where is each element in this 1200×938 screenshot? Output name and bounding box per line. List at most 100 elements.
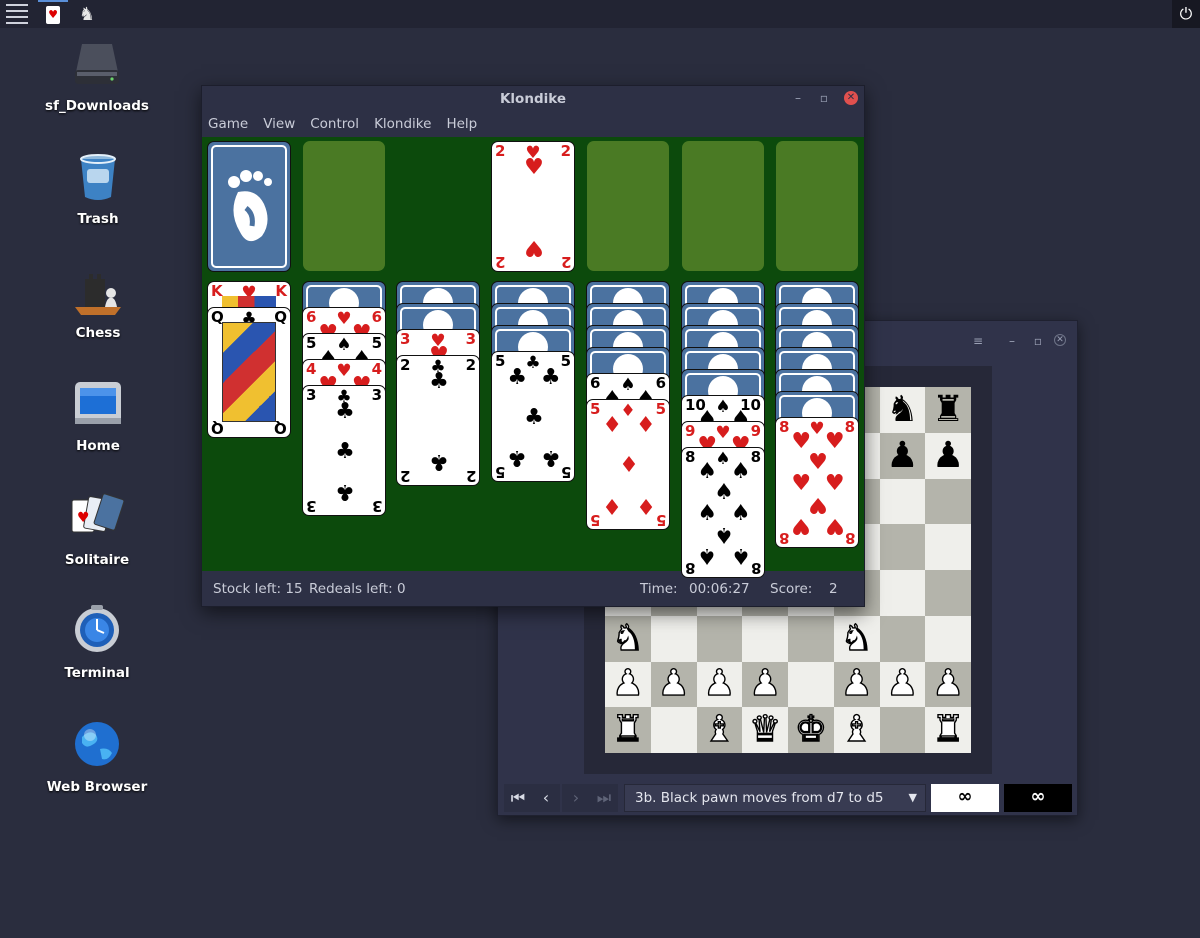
chevron-left-icon: ‹ xyxy=(542,788,550,807)
square-d3[interactable] xyxy=(742,615,788,662)
square-e3[interactable] xyxy=(788,615,834,662)
white-piece[interactable]: ♟ xyxy=(611,665,645,702)
square-c2[interactable]: ♟ xyxy=(696,661,743,708)
square-g3[interactable] xyxy=(879,615,926,662)
square-f1[interactable]: ♝ xyxy=(833,707,880,753)
square-h5[interactable] xyxy=(925,524,971,570)
square-c1[interactable]: ♝ xyxy=(696,707,743,753)
square-g4[interactable] xyxy=(879,570,926,616)
white-piece[interactable]: ♜ xyxy=(931,711,965,748)
foundation-slot[interactable] xyxy=(587,141,669,271)
square-h2[interactable]: ♟ xyxy=(925,661,971,708)
square-g7[interactable]: ♟ xyxy=(879,432,926,479)
taskbar-klondike-button[interactable]: ♥ xyxy=(38,0,68,28)
white-piece[interactable]: ♟ xyxy=(840,665,874,702)
menu-control[interactable]: Control xyxy=(310,113,359,137)
white-piece[interactable]: ♜ xyxy=(611,711,645,748)
square-g5[interactable] xyxy=(879,524,926,570)
next-move-button[interactable]: › xyxy=(562,784,590,812)
square-g8[interactable]: ♞ xyxy=(879,387,926,433)
square-e1[interactable]: ♚ xyxy=(788,707,834,753)
menu-klondike[interactable]: Klondike xyxy=(374,113,431,137)
square-f3[interactable]: ♞ xyxy=(833,615,880,662)
skip-forward-icon: ⏭ xyxy=(596,788,612,807)
desktop-icon-sf-downloads[interactable]: sf_Downloads xyxy=(37,38,157,114)
menu-game[interactable]: Game xyxy=(208,113,248,137)
playing-card[interactable]: 5 5 ♦ 5 5 ♦ ♦ ♦ ♦ ♦ xyxy=(586,399,670,530)
square-g6[interactable] xyxy=(879,478,926,525)
playing-card[interactable]: 8 8 ♠ 8 8 ♠ ♠ ♠ ♠ ♠ ♠ ♠ ♠ xyxy=(681,447,765,578)
white-piece[interactable]: ♚ xyxy=(794,711,828,748)
square-h3[interactable] xyxy=(925,615,971,662)
taskbar-chess-button[interactable]: ♞ xyxy=(72,0,102,28)
square-h6[interactable] xyxy=(925,478,971,525)
power-button[interactable]: ⏻ xyxy=(1172,0,1200,28)
desktop-icon-chess[interactable]: Chess xyxy=(38,265,158,341)
square-h8[interactable]: ♜ xyxy=(925,387,971,433)
square-g2[interactable]: ♟ xyxy=(879,661,926,708)
square-a1[interactable]: ♜ xyxy=(605,707,651,753)
klondike-minimize-button[interactable]: – xyxy=(790,90,806,106)
desktop-icon-label: sf_Downloads xyxy=(45,98,149,114)
move-history-dropdown[interactable]: 3b. Black pawn moves from d7 to d5 ▼ xyxy=(624,784,926,812)
white-piece[interactable]: ♝ xyxy=(840,711,874,748)
applications-menu-button[interactable] xyxy=(0,0,34,28)
black-piece[interactable]: ♞ xyxy=(886,391,918,428)
chess-close-button[interactable]: ✕ xyxy=(1054,334,1066,346)
square-a3[interactable]: ♞ xyxy=(605,615,651,662)
white-piece[interactable]: ♟ xyxy=(886,665,920,702)
previous-move-button[interactable]: ‹ xyxy=(532,784,560,812)
square-h1[interactable]: ♜ xyxy=(925,707,971,753)
playing-card[interactable]: 2 2 ♣ 2 2 ♣ ♣ xyxy=(396,355,480,486)
desktop-icon-trash[interactable]: Trash xyxy=(38,151,158,227)
desktop-icon-web-browser[interactable]: Web Browser xyxy=(37,719,157,795)
menu-view[interactable]: View xyxy=(263,113,295,137)
card-rank: 5 xyxy=(655,511,666,529)
square-a2[interactable]: ♟ xyxy=(605,661,651,708)
square-h7[interactable]: ♟ xyxy=(925,432,971,479)
white-piece[interactable]: ♟ xyxy=(931,665,965,702)
card-pip: ♥ xyxy=(524,234,544,260)
black-piece[interactable]: ♟ xyxy=(886,437,918,474)
waste-slot[interactable] xyxy=(303,141,385,271)
klondike-maximize-button[interactable]: ▫ xyxy=(816,90,832,106)
card-pip: ♣ xyxy=(524,404,544,430)
square-f2[interactable]: ♟ xyxy=(833,661,880,708)
square-g1[interactable] xyxy=(879,707,926,753)
chess-maximize-button[interactable]: ▫ xyxy=(1030,333,1046,349)
playing-card[interactable]: 3 3 ♣ 3 3 ♣ ♣ ♣ xyxy=(302,385,386,516)
menu-help[interactable]: Help xyxy=(446,113,477,137)
playing-card[interactable]: Q Q ♣ Q Q xyxy=(207,307,291,438)
foundation-slot[interactable] xyxy=(776,141,858,271)
chess-menu-button[interactable]: ≡ xyxy=(970,333,986,349)
white-piece[interactable]: ♟ xyxy=(748,665,782,702)
white-piece[interactable]: ♞ xyxy=(611,619,645,656)
foundation-card[interactable]: 2 2 ♥ 2 2 ♥ ♥ xyxy=(491,141,575,272)
desktop-icon-home[interactable]: Home xyxy=(38,378,158,454)
playing-card[interactable]: 8 8 ♥ 8 8 ♥ ♥ ♥ ♥ ♥ ♥ ♥ ♥ xyxy=(775,417,859,548)
square-e2[interactable] xyxy=(788,661,834,708)
klondike-close-button[interactable]: ✕ xyxy=(844,91,858,105)
white-piece[interactable]: ♟ xyxy=(657,665,691,702)
black-piece[interactable]: ♜ xyxy=(932,391,964,428)
desktop-icon-terminal[interactable]: Terminal xyxy=(37,605,157,681)
foundation-slot[interactable] xyxy=(682,141,764,271)
last-move-button[interactable]: ⏭ xyxy=(590,784,618,812)
chess-minimize-button[interactable]: – xyxy=(1004,333,1020,349)
playing-card[interactable]: 5 5 ♣ 5 5 ♣ ♣ ♣ ♣ ♣ xyxy=(491,351,575,482)
square-b1[interactable] xyxy=(650,707,697,753)
black-piece[interactable]: ♟ xyxy=(932,437,964,474)
square-d1[interactable]: ♛ xyxy=(742,707,788,753)
square-c3[interactable] xyxy=(696,615,743,662)
square-b2[interactable]: ♟ xyxy=(650,661,697,708)
square-h4[interactable] xyxy=(925,570,971,616)
stock-pile[interactable] xyxy=(207,141,291,272)
square-b3[interactable] xyxy=(650,615,697,662)
white-piece[interactable]: ♛ xyxy=(748,711,782,748)
white-piece[interactable]: ♞ xyxy=(840,619,874,656)
square-d2[interactable]: ♟ xyxy=(742,661,788,708)
white-piece[interactable]: ♟ xyxy=(703,665,737,702)
white-piece[interactable]: ♝ xyxy=(703,711,737,748)
first-move-button[interactable]: ⏮ xyxy=(504,784,532,812)
desktop-icon-solitaire[interactable]: ♥ Solitaire xyxy=(37,492,157,568)
